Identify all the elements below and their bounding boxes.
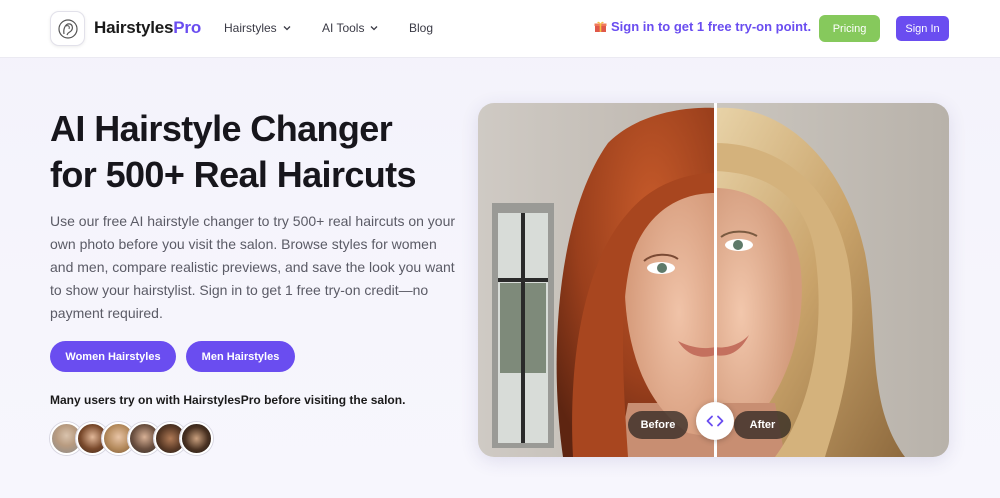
men-hairstyles-button[interactable]: Men Hairstyles: [186, 341, 295, 372]
chevron-down-icon: [283, 26, 291, 31]
page-title: AI Hairstyle Changer for 500+ Real Hairc…: [50, 106, 470, 198]
after-portrait-image: [715, 103, 949, 457]
nav-blog-label: Blog: [409, 21, 434, 35]
title-line-1: AI Hairstyle Changer: [50, 108, 393, 149]
sign-in-button[interactable]: Sign In: [896, 16, 949, 41]
after-photo: After: [715, 103, 949, 457]
social-proof-text: Many users try on with HairstylesPro bef…: [50, 393, 406, 407]
gift-icon: [594, 21, 607, 32]
signin-promo-link[interactable]: Sign in to get 1 free try-on point.: [594, 19, 811, 34]
before-after-comparison[interactable]: Before After: [478, 103, 949, 457]
brand-name[interactable]: HairstylesPro: [94, 18, 201, 38]
before-label: Before: [628, 411, 688, 439]
avatar: [180, 422, 213, 455]
pricing-button[interactable]: Pricing: [819, 15, 880, 42]
nav-hairstyles-label: Hairstyles: [224, 21, 277, 35]
before-photo: Before: [478, 103, 715, 457]
before-portrait-image: [478, 103, 715, 457]
comparison-slider-handle[interactable]: [696, 402, 734, 440]
chevron-left-right-icon: [706, 415, 724, 427]
nav-blog[interactable]: Blog: [409, 21, 433, 35]
top-navbar: HairstylesPro Hairstyles AI Tools Blog S…: [0, 0, 1000, 58]
nav-ai-tools[interactable]: AI Tools: [322, 21, 378, 35]
title-line-2: for 500+ Real Haircuts: [50, 154, 417, 195]
nav-hairstyles[interactable]: Hairstyles: [224, 21, 291, 35]
hero-description: Use our free AI hairstyle changer to try…: [50, 213, 456, 321]
chevron-down-icon: [371, 26, 378, 31]
promo-text: Sign in to get 1 free try-on point.: [611, 19, 812, 34]
after-label: After: [734, 411, 791, 439]
logo-icon: [57, 18, 78, 39]
nav-ai-tools-label: AI Tools: [322, 21, 365, 35]
women-hairstyles-button[interactable]: Women Hairstyles: [50, 341, 176, 372]
logo[interactable]: [50, 11, 85, 46]
